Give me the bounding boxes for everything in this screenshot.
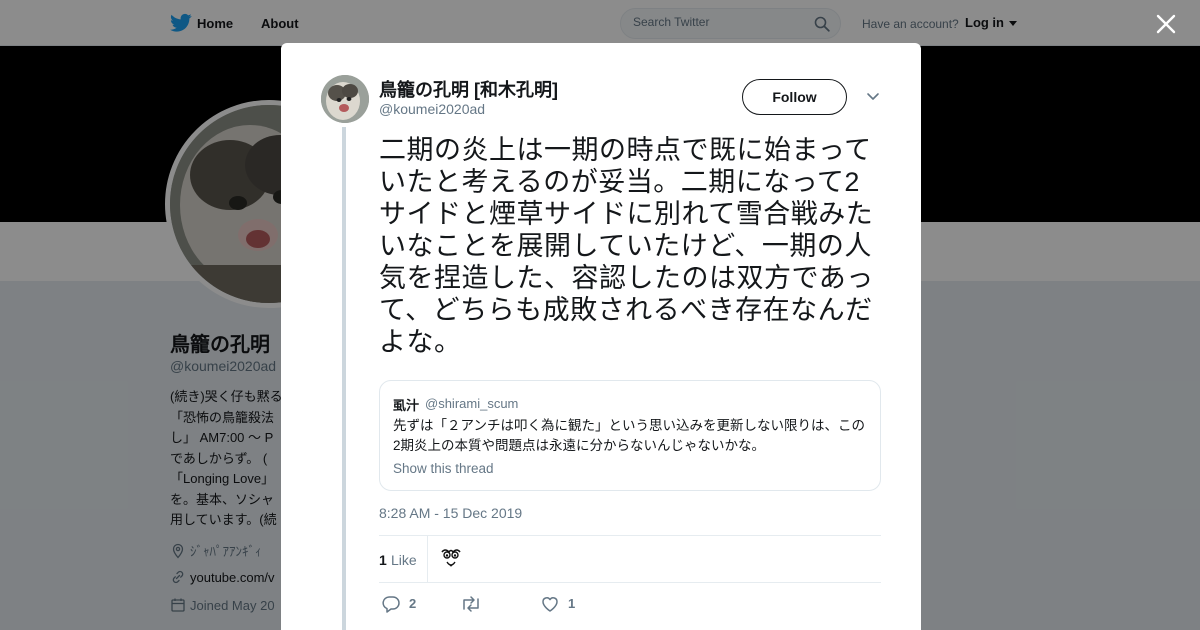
likes-count[interactable]: 1 <box>379 552 387 568</box>
tweet-text: 二期の炎上は一期の時点で既に始まっていたと考えるのが妥当。二期になって2サイドと… <box>379 135 874 357</box>
chevron-down-icon[interactable] <box>866 92 880 102</box>
likes-label[interactable]: Like <box>391 552 417 568</box>
reply-icon[interactable] <box>381 595 401 613</box>
liker-avatar[interactable] <box>439 546 463 570</box>
quoted-tweet-text: 先ずは「２アンチは叩く為に観た」という思い込みを更新しない限りは、この2期炎上の… <box>393 418 865 453</box>
author-name[interactable]: 鳥籠の孔明 [和木孔明] <box>379 76 558 102</box>
thread-line <box>342 127 346 630</box>
cat-avatar-image <box>321 75 369 123</box>
tweet-stats: 1 Like <box>379 535 881 583</box>
stats-divider <box>427 536 428 582</box>
follow-button[interactable]: Follow <box>742 79 847 115</box>
author-avatar[interactable] <box>321 75 369 123</box>
tweet-actions: 2 1 <box>379 593 881 617</box>
quoted-author-handle: @shirami_scum <box>425 396 519 411</box>
retweet-icon[interactable] <box>460 595 482 613</box>
like-count: 1 <box>568 596 576 611</box>
reply-count: 2 <box>409 596 417 611</box>
quoted-tweet[interactable]: 虱汁 @shirami_scum 先ずは「２アンチは叩く為に観た」という思い込み… <box>379 380 881 491</box>
heart-icon[interactable] <box>540 595 560 613</box>
tweet-timestamp[interactable]: 8:28 AM - 15 Dec 2019 <box>379 505 522 521</box>
quoted-author-name: 虱汁 <box>393 398 420 413</box>
show-thread-link[interactable]: Show this thread <box>393 461 494 476</box>
close-icon[interactable] <box>1154 12 1178 36</box>
tweet-modal: 鳥籠の孔明 [和木孔明] @koumei2020ad Follow 二期の炎上は… <box>281 43 921 630</box>
author-handle[interactable]: @koumei2020ad <box>379 101 485 117</box>
